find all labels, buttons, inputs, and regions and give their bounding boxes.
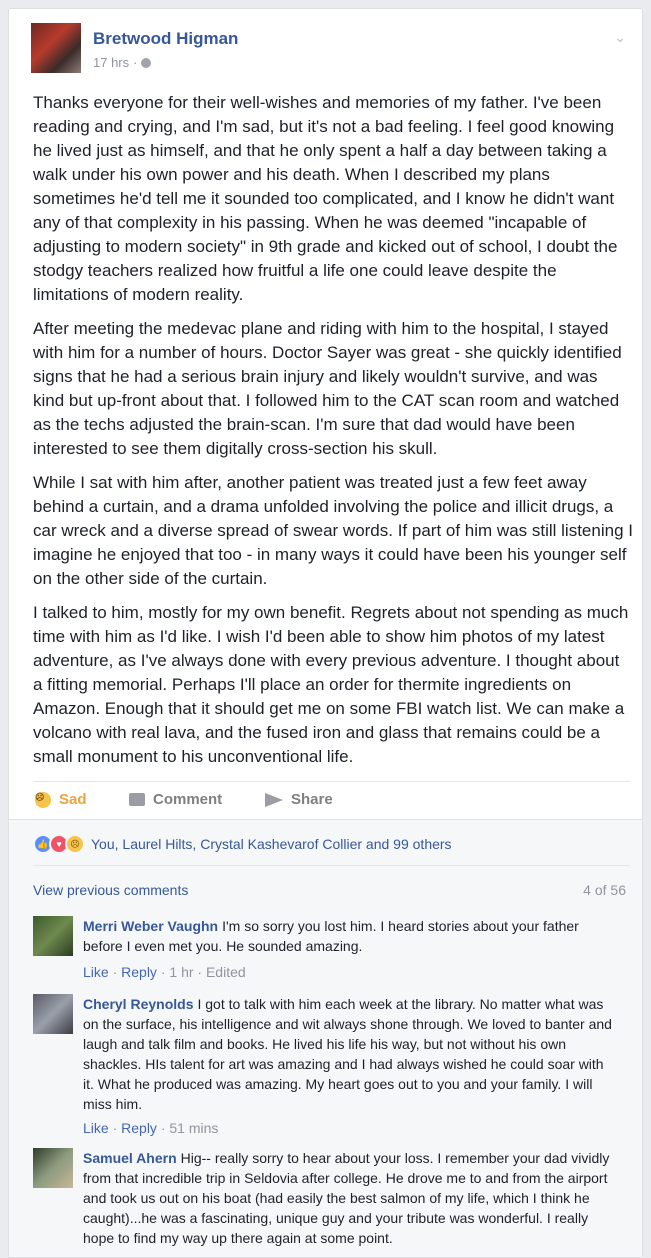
commenter-avatar[interactable] bbox=[33, 994, 73, 1034]
post-paragraph: I talked to him, mostly for my own benef… bbox=[33, 603, 629, 766]
meta-separator: · bbox=[133, 55, 138, 70]
post-paragraph: After meeting the medevac plane and ridi… bbox=[33, 319, 622, 458]
commenter-name[interactable]: Samuel Ahern bbox=[83, 1150, 177, 1166]
comment-meta: Like · Reply · 51 mins bbox=[83, 1120, 219, 1136]
commenter-avatar[interactable] bbox=[33, 1148, 73, 1188]
comment-button[interactable]: Comment bbox=[129, 791, 222, 808]
comment-like-link[interactable]: Like bbox=[83, 964, 109, 980]
sad-face-icon: ☹ bbox=[35, 791, 51, 808]
comments-area: 👍 ♥ ☹ You, Laurel Hilts, Crystal Kasheva… bbox=[9, 819, 642, 1257]
comment-body: I got to talk with him each week at the … bbox=[83, 996, 612, 1112]
author-avatar[interactable] bbox=[31, 23, 81, 73]
author-name[interactable]: Bretwood Higman bbox=[93, 29, 238, 49]
sad-label: Sad bbox=[59, 791, 87, 808]
comment-edited[interactable]: Edited bbox=[206, 964, 246, 980]
post-body: Thanks everyone for their well-wishes an… bbox=[33, 91, 633, 779]
post-header: Bretwood Higman 17 hrs · ⌄ bbox=[31, 23, 631, 83]
comment-time[interactable]: 1 hr bbox=[169, 964, 193, 980]
reactions-text[interactable]: You, Laurel Hilts, Crystal Kashevarof Co… bbox=[91, 836, 452, 852]
post-actions: ☹ Sad Comment Share bbox=[33, 789, 623, 815]
comment-label: Comment bbox=[153, 791, 223, 808]
comment-time[interactable]: 51 mins bbox=[169, 1120, 218, 1136]
share-icon bbox=[265, 792, 283, 807]
comment-item: Cheryl Reynolds I got to talk with him ea… bbox=[33, 994, 623, 1144]
sad-reaction-icon: ☹ bbox=[65, 834, 85, 854]
post-card: Bretwood Higman 17 hrs · ⌄ Thanks everyo… bbox=[8, 8, 643, 1258]
post-timestamp[interactable]: 17 hrs bbox=[93, 55, 129, 70]
comment-text: Cheryl Reynolds I got to talk with him ea… bbox=[83, 994, 618, 1114]
comment-item: Merri Weber Vaughn I'm so sorry you lost … bbox=[33, 916, 623, 988]
post-paragraph: Thanks everyone for their well-wishes an… bbox=[33, 93, 618, 304]
comment-reply-link[interactable]: Reply bbox=[121, 1120, 157, 1136]
commenter-name[interactable]: Cheryl Reynolds bbox=[83, 996, 193, 1012]
comment-item: Samuel Ahern Hig-- really sorry to hear a… bbox=[33, 1148, 623, 1258]
chevron-down-icon[interactable]: ⌄ bbox=[614, 29, 626, 46]
share-label: Share bbox=[291, 791, 333, 808]
comment-reply-link[interactable]: Reply bbox=[121, 964, 157, 980]
comment-meta: Like · Reply · 1 hr · Edited bbox=[83, 964, 246, 980]
comment-text: Samuel Ahern Hig-- really sorry to hear a… bbox=[83, 1148, 618, 1248]
comment-like-link[interactable]: Like bbox=[83, 1120, 109, 1136]
commenter-avatar[interactable] bbox=[33, 916, 73, 956]
divider bbox=[33, 781, 630, 782]
commenter-name[interactable]: Merri Weber Vaughn bbox=[83, 918, 218, 934]
comment-icon bbox=[129, 793, 145, 806]
divider bbox=[33, 865, 630, 866]
globe-icon bbox=[141, 57, 152, 68]
comment-text: Merri Weber Vaughn I'm so sorry you lost … bbox=[83, 916, 618, 956]
reactions-summary[interactable]: 👍 ♥ ☹ You, Laurel Hilts, Crystal Kasheva… bbox=[33, 834, 452, 854]
post-meta: 17 hrs · bbox=[93, 55, 152, 70]
view-previous-comments-link[interactable]: View previous comments bbox=[33, 882, 188, 898]
post-paragraph: While I sat with him after, another pati… bbox=[33, 473, 633, 588]
sad-reaction-button[interactable]: ☹ Sad bbox=[35, 791, 87, 808]
comment-counter: 4 of 56 bbox=[583, 882, 626, 898]
share-button[interactable]: Share bbox=[265, 791, 333, 808]
